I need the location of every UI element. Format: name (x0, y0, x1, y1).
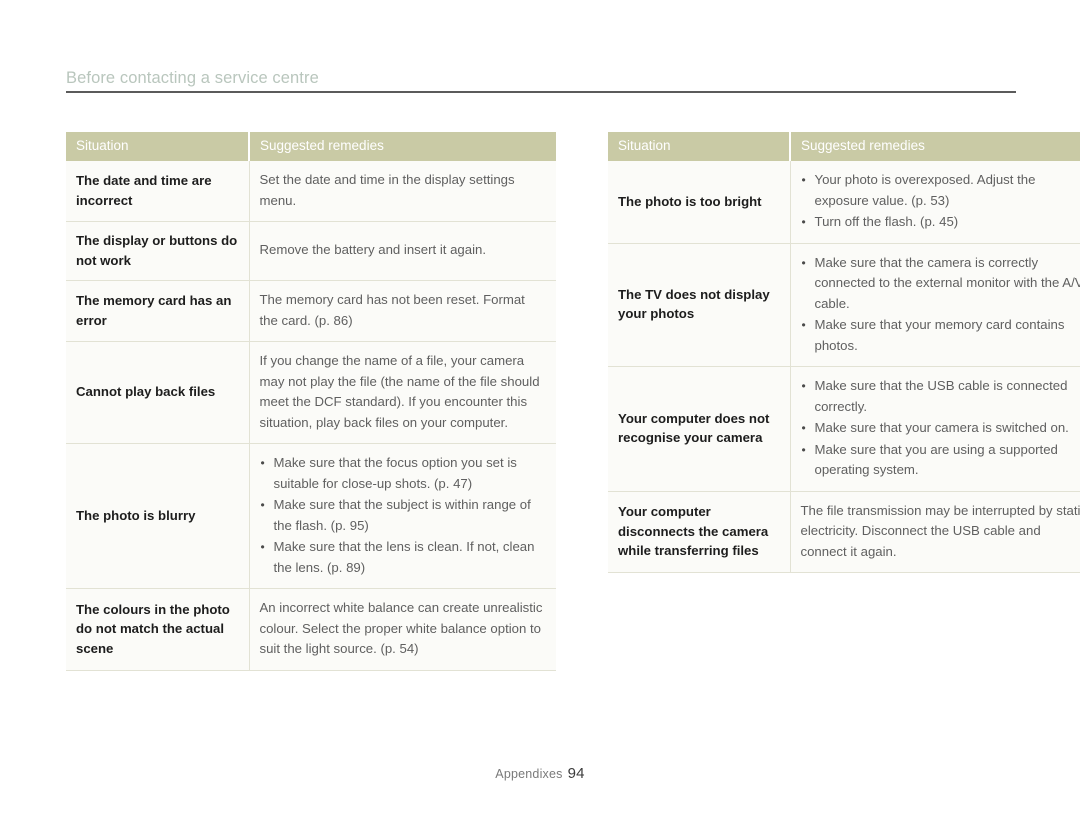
cell-situation: The memory card has an error (66, 280, 250, 342)
remedy-bullet-item: Make sure that the subject is within ran… (260, 495, 547, 536)
troubleshooting-table-left: Situation Suggested remedies The date an… (66, 132, 556, 671)
remedy-bullet-item: Make sure that the focus option you set … (260, 453, 547, 494)
cell-suggested-remedy: Make sure that the focus option you set … (249, 443, 556, 589)
table-head: Situation Suggested remedies (66, 132, 556, 161)
table-row: Your computer disconnects the camera whi… (608, 491, 1080, 573)
cell-suggested-remedy: Set the date and time in the display set… (249, 161, 556, 222)
remedy-bullet-item: Your photo is overexposed. Adjust the ex… (801, 170, 1080, 211)
troubleshooting-table-right: Situation Suggested remedies The photo i… (608, 132, 1080, 573)
table-row: The display or buttons do not work Remove… (66, 221, 556, 281)
page-footer: Appendixes 94 (0, 765, 1080, 783)
table-row: Cannot play back files If you change the … (66, 341, 556, 444)
remedy-paragraph: The memory card has not been reset. Form… (259, 292, 525, 328)
remedy-bullet-list: Your photo is overexposed. Adjust the ex… (801, 170, 1080, 233)
column-header-suggested-remedies: Suggested remedies (789, 132, 1080, 161)
remedy-bullet-item: Make sure that the camera is correctly c… (801, 253, 1080, 315)
table-row: The photo is blurryMake sure that the fo… (66, 443, 556, 589)
remedy-bullet-list: Make sure that the focus option you set … (260, 453, 547, 578)
cell-situation: Your computer does not recognise your ca… (608, 366, 791, 492)
cell-situation: The photo is blurry (66, 443, 250, 589)
cell-situation: The photo is too bright (608, 161, 791, 244)
troubleshooting-tables: Situation Suggested remedies The date an… (66, 132, 1080, 671)
table-header-row: Situation Suggested remedies (608, 132, 1080, 161)
table-header-row: Situation Suggested remedies (66, 132, 556, 161)
document-page: Before contacting a service centre Situa… (0, 0, 1080, 815)
remedy-bullet-item: Make sure that your memory card contains… (801, 315, 1080, 356)
cell-situation: Your computer disconnects the camera whi… (608, 491, 791, 573)
cell-situation: The colours in the photo do not match th… (66, 588, 250, 671)
table-row: The photo is too brightYour photo is ove… (608, 161, 1080, 244)
cell-suggested-remedy: Remove the battery and insert it again. (249, 221, 556, 281)
table-body-left: The date and time are incorrect Set the d… (66, 161, 556, 671)
cell-situation: The TV does not display your photos (608, 243, 791, 367)
remedy-paragraph: The file transmission may be interrupted… (800, 502, 1080, 559)
cell-suggested-remedy: The memory card has not been reset. Form… (249, 280, 556, 342)
column-header-suggested-remedies: Suggested remedies (248, 132, 556, 161)
table-row: The colours in the photo do not match th… (66, 588, 556, 671)
footer-section-label: Appendixes (495, 767, 563, 781)
cell-suggested-remedy: The file transmission may be interrupted… (790, 491, 1080, 573)
cell-suggested-remedy: Your photo is overexposed. Adjust the ex… (790, 161, 1080, 244)
remedy-bullet-list: Make sure that the USB cable is connecte… (801, 376, 1080, 481)
cell-suggested-remedy: Make sure that the USB cable is connecte… (790, 366, 1080, 492)
footer-page-number: 94 (567, 765, 585, 782)
header-divider (66, 91, 1016, 93)
table-row: The TV does not display your photosMake … (608, 243, 1080, 367)
table-head: Situation Suggested remedies (608, 132, 1080, 161)
column-header-situation: Situation (608, 132, 790, 161)
table-row: The date and time are incorrect Set the d… (66, 161, 556, 222)
remedy-paragraph: An incorrect white balance can create un… (259, 600, 543, 656)
cell-suggested-remedy: Make sure that the camera is correctly c… (790, 243, 1080, 367)
cell-suggested-remedy: An incorrect white balance can create un… (249, 588, 556, 671)
remedy-paragraph: If you change the name of a file, your c… (259, 353, 540, 430)
remedy-paragraph: Remove the battery and insert it again. (259, 242, 487, 258)
cell-situation: The display or buttons do not work (66, 221, 250, 281)
remedy-bullet-item: Make sure that the USB cable is connecte… (801, 376, 1080, 417)
remedy-paragraph: Set the date and time in the display set… (259, 172, 515, 208)
page-title: Before contacting a service centre (66, 69, 319, 87)
page-header: Before contacting a service centre (66, 68, 1016, 93)
column-header-situation: Situation (66, 132, 249, 161)
cell-suggested-remedy: If you change the name of a file, your c… (249, 341, 556, 444)
table-row: The memory card has an error The memory c… (66, 280, 556, 342)
remedy-bullet-item: Make sure that the lens is clean. If not… (260, 537, 547, 578)
remedy-bullet-item: Make sure that your camera is switched o… (801, 418, 1080, 439)
cell-situation: The date and time are incorrect (66, 161, 250, 222)
table-row: Your computer does not recognise your ca… (608, 366, 1080, 492)
remedy-bullet-list: Make sure that the camera is correctly c… (801, 253, 1080, 357)
cell-situation: Cannot play back files (66, 341, 250, 444)
remedy-bullet-item: Make sure that you are using a supported… (801, 440, 1080, 481)
table-body-right: The photo is too brightYour photo is ove… (608, 161, 1080, 573)
remedy-bullet-item: Turn off the flash. (p. 45) (801, 212, 1080, 233)
